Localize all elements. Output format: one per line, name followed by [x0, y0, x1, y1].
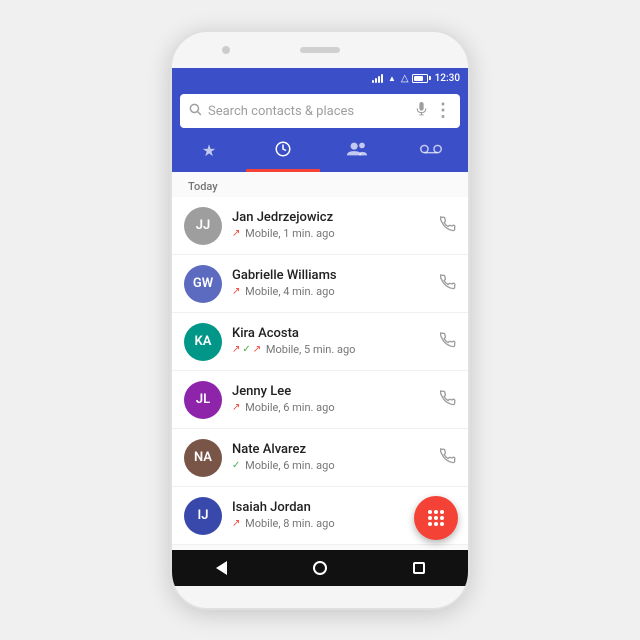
- contact-item[interactable]: KA Kira Acosta ↗✓↗ Mobile, 5 min. ago: [172, 313, 468, 371]
- avatar: NA: [184, 439, 222, 477]
- more-options-icon[interactable]: ⋮: [434, 102, 452, 120]
- home-icon: [313, 561, 327, 575]
- tab-bar: ★: [172, 136, 468, 172]
- contact-info: Jenny Lee ↗ Mobile, 6 min. ago: [232, 384, 440, 415]
- call-button[interactable]: [440, 448, 456, 468]
- contact-detail: ↗ Mobile, 1 min. ago: [232, 227, 440, 241]
- voicemail-icon: [420, 143, 442, 159]
- nav-recents-button[interactable]: [409, 558, 429, 578]
- power-button: [468, 132, 470, 172]
- status-bar: ▲ △ 12:30: [172, 68, 468, 88]
- signal-icon: [372, 73, 383, 83]
- phone-screen: ▲ △ 12:30 Search contact: [172, 68, 468, 550]
- mic-icon[interactable]: [415, 102, 428, 121]
- contact-item[interactable]: JL Jenny Lee ↗ Mobile, 6 min. ago: [172, 371, 468, 429]
- search-input-container[interactable]: Search contacts & places ⋮: [180, 94, 460, 128]
- status-time: 12:30: [435, 73, 460, 84]
- dialpad-icon: [428, 510, 444, 526]
- avatar: IJ: [184, 497, 222, 535]
- tab-voicemail[interactable]: [394, 136, 468, 172]
- dial-pad-fab[interactable]: [414, 496, 458, 540]
- call-button[interactable]: [440, 274, 456, 294]
- contact-item[interactable]: NA Nate Alvarez ✓ Mobile, 6 min. ago: [172, 429, 468, 487]
- front-camera: [222, 46, 230, 54]
- call-button[interactable]: [440, 216, 456, 236]
- contact-info: Jan Jedrzejowicz ↗ Mobile, 1 min. ago: [232, 210, 440, 241]
- tab-recents[interactable]: [246, 136, 320, 172]
- contact-name: Nate Alvarez: [232, 442, 440, 459]
- favorites-icon: ★: [202, 141, 216, 160]
- phone-bottom-bar: [172, 586, 468, 608]
- call-button[interactable]: [440, 332, 456, 352]
- contact-detail: ↗ Mobile, 6 min. ago: [232, 401, 440, 415]
- contact-name: Gabrielle Williams: [232, 268, 440, 285]
- avatar: KA: [184, 323, 222, 361]
- avatar: JJ: [184, 207, 222, 245]
- tab-favorites[interactable]: ★: [172, 136, 246, 172]
- tab-contacts[interactable]: [320, 136, 394, 172]
- status-icons: ▲ △ 12:30: [372, 73, 460, 84]
- phone-device: ▲ △ 12:30 Search contact: [170, 30, 470, 610]
- recents-square-icon: [413, 562, 425, 574]
- search-icon: [188, 102, 202, 120]
- contact-detail: ✓ Mobile, 6 min. ago: [232, 459, 440, 473]
- contact-detail: ↗ Mobile, 8 min. ago: [232, 517, 440, 531]
- contact-name: Jan Jedrzejowicz: [232, 210, 440, 227]
- contact-info: Gabrielle Williams ↗ Mobile, 4 min. ago: [232, 268, 440, 299]
- battery-icon: [412, 74, 428, 83]
- section-label-1: Yesterday: [172, 545, 468, 550]
- contact-list[interactable]: Today JJ Jan Jedrzejowicz ↗ Mobile, 1 mi…: [172, 172, 468, 550]
- contact-item[interactable]: JJ Jan Jedrzejowicz ↗ Mobile, 1 min. ago: [172, 197, 468, 255]
- recents-icon: [274, 140, 292, 162]
- phone-top-bar: [172, 32, 468, 68]
- contact-detail: ↗ Mobile, 4 min. ago: [232, 285, 440, 299]
- call-button[interactable]: [440, 390, 456, 410]
- contact-item[interactable]: GW Gabrielle Williams ↗ Mobile, 4 min. a…: [172, 255, 468, 313]
- section-label-0: Today: [172, 172, 468, 197]
- avatar: GW: [184, 265, 222, 303]
- avatar: JL: [184, 381, 222, 419]
- search-bar: Search contacts & places ⋮: [172, 88, 468, 136]
- earpiece-speaker: [300, 47, 340, 53]
- contact-info: Isaiah Jordan ↗ Mobile, 8 min. ago: [232, 500, 440, 531]
- nav-back-button[interactable]: [211, 558, 231, 578]
- back-icon: [216, 561, 227, 575]
- contact-name: Kira Acosta: [232, 326, 440, 343]
- contact-name: Isaiah Jordan: [232, 500, 440, 517]
- nav-home-button[interactable]: [310, 558, 330, 578]
- contacts-icon: [347, 141, 367, 161]
- contact-info: Nate Alvarez ✓ Mobile, 6 min. ago: [232, 442, 440, 473]
- contact-name: Jenny Lee: [232, 384, 440, 401]
- search-placeholder-text: Search contacts & places: [208, 104, 409, 119]
- contact-detail: ↗✓↗ Mobile, 5 min. ago: [232, 343, 440, 357]
- contact-info: Kira Acosta ↗✓↗ Mobile, 5 min. ago: [232, 326, 440, 357]
- bottom-navigation: [172, 550, 468, 586]
- network-type-icon: ▲: [388, 74, 396, 83]
- wifi-icon: △: [401, 73, 409, 84]
